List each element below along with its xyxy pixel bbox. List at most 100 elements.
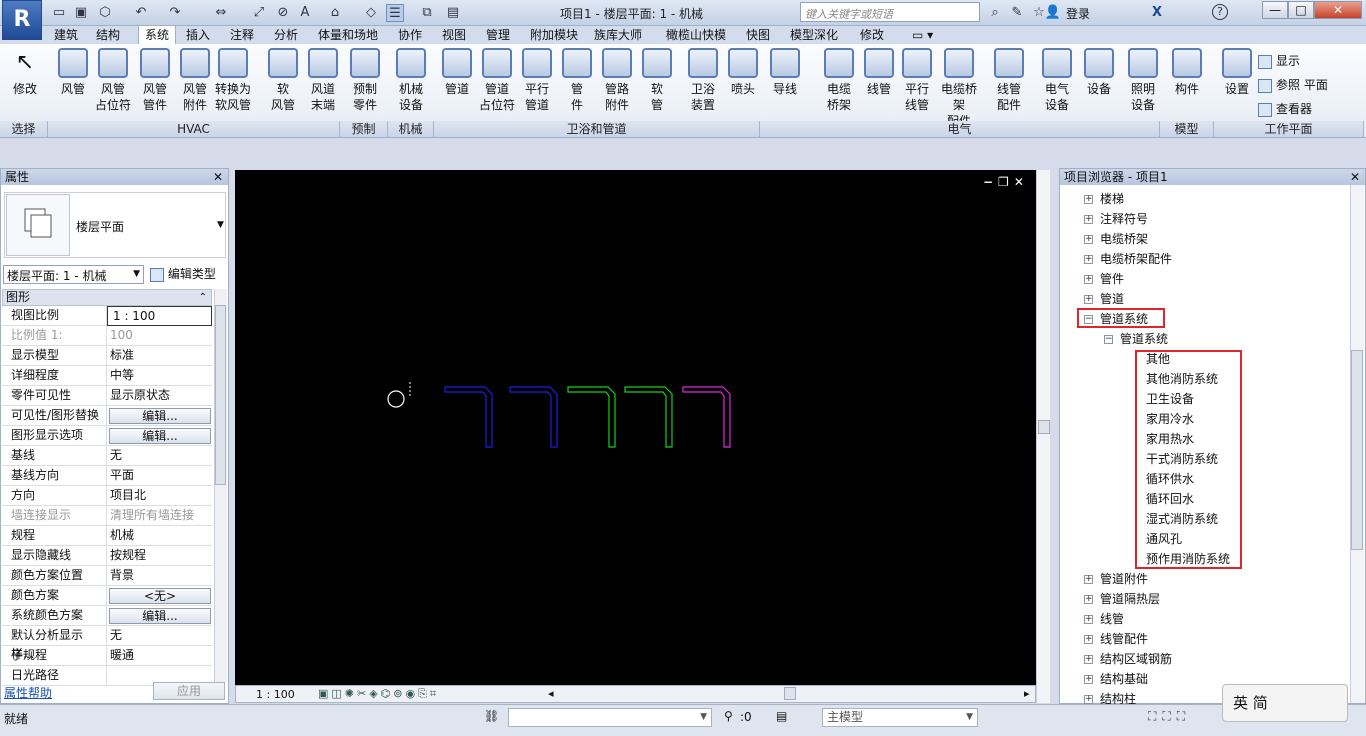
thin-lines-icon[interactable]: ☰ xyxy=(386,4,404,22)
tree-item[interactable]: + 管件 xyxy=(1084,270,1124,288)
panel-2[interactable]: 预制 xyxy=(340,121,388,137)
ime-indicator[interactable]: 英 简 xyxy=(1222,684,1348,722)
text-icon[interactable]: A xyxy=(296,4,314,22)
apply-button[interactable]: 应用 xyxy=(153,682,225,700)
tag-icon[interactable]: ⊘ xyxy=(274,4,292,22)
search-input[interactable]: 键入关键字或短语 xyxy=(800,2,980,22)
properties-scroll-thumb[interactable] xyxy=(215,305,226,485)
tree-item[interactable]: + 结构基础 xyxy=(1084,670,1148,688)
view-instance-selector[interactable]: 楼层平面: 1 - 机械 ▼ xyxy=(3,265,144,284)
ribbon-button-24[interactable]: 设备 xyxy=(1078,48,1120,118)
type-dropdown-icon[interactable]: ▼ xyxy=(217,220,224,230)
dimension-icon[interactable]: ⤢ xyxy=(250,4,268,22)
scroll-right-icon[interactable]: ▸ xyxy=(1024,687,1030,700)
edit-type-button[interactable]: 编辑类型 xyxy=(150,265,216,282)
design-options-icon[interactable]: ▤ xyxy=(776,709,787,723)
tree-item[interactable]: + 注释符号 xyxy=(1084,210,1148,228)
ribbon-button-14[interactable]: 软管 xyxy=(636,48,678,118)
app-menu-button[interactable]: R xyxy=(2,0,42,40)
expand-icon[interactable]: + xyxy=(1084,675,1093,684)
ref-plane-button[interactable]: 参照 平面 xyxy=(1258,76,1328,93)
panel-0[interactable]: 选择 xyxy=(0,121,48,137)
property-value[interactable]: 无 xyxy=(107,626,212,646)
subscription-icon[interactable]: ✎ xyxy=(1008,4,1026,22)
collapse-icon[interactable]: ⌃ xyxy=(199,290,207,305)
pipe-segment[interactable] xyxy=(509,386,558,448)
tab-4[interactable]: 注释 xyxy=(224,26,260,44)
tab-8[interactable]: 视图 xyxy=(436,26,472,44)
panel-1[interactable]: HVAC xyxy=(48,121,340,137)
property-value[interactable]: <无> xyxy=(109,588,211,604)
ribbon-button-23[interactable]: 电气 设备 xyxy=(1036,48,1078,118)
expand-icon[interactable]: + xyxy=(1084,295,1093,304)
pipe-segment[interactable] xyxy=(567,386,616,448)
close-properties-icon[interactable]: ✕ xyxy=(213,169,223,185)
ribbon-button-19[interactable]: 线管 xyxy=(858,48,900,118)
expand-icon[interactable]: + xyxy=(1084,655,1093,664)
panel-4[interactable]: 卫浴和管道 xyxy=(434,121,760,137)
tree-item[interactable]: + 结构区域钢筋 xyxy=(1084,650,1172,668)
tab-3[interactable]: 插入 xyxy=(180,26,216,44)
exchange-icon[interactable]: X xyxy=(1148,4,1166,22)
ribbon-button-1[interactable]: 风管 占位符 xyxy=(92,48,134,118)
modify-button[interactable]: ↖ 修改 xyxy=(4,48,46,118)
ribbon-button-21[interactable]: 电缆桥架配件 xyxy=(938,48,980,128)
property-value[interactable]: 无 xyxy=(107,446,212,466)
expand-icon[interactable]: + xyxy=(1084,195,1093,204)
property-value[interactable]: 编辑... xyxy=(109,408,211,424)
pipe-segment[interactable] xyxy=(444,386,493,448)
tree-item[interactable]: + 楼梯 xyxy=(1084,190,1124,208)
property-value[interactable]: 平面 xyxy=(107,466,212,486)
vertical-scroll-thumb[interactable] xyxy=(1038,420,1050,434)
ribbon-button-25[interactable]: 照明 设备 xyxy=(1122,48,1164,118)
binoculars-icon[interactable]: ⌕ xyxy=(986,4,1004,22)
selection-toggle-icons[interactable]: ⛶⛶⛶ xyxy=(1148,709,1191,724)
tab-11[interactable]: 族库大师 xyxy=(588,26,648,44)
property-value[interactable]: 显示原状态 xyxy=(107,386,212,406)
ribbon-button-18[interactable]: 电缆 桥架 xyxy=(818,48,860,118)
property-value[interactable]: 机械 xyxy=(107,526,212,546)
ribbon-button-8[interactable]: 机械 设备 xyxy=(390,48,432,118)
ribbon-button-20[interactable]: 平行 线管 xyxy=(896,48,938,118)
tab-9[interactable]: 管理 xyxy=(480,26,516,44)
property-value[interactable]: 编辑... xyxy=(109,428,211,444)
panel-7[interactable]: 工作平面 xyxy=(1214,121,1364,137)
tab-5[interactable]: 分析 xyxy=(268,26,304,44)
tab-12[interactable]: 橄榄山快模 xyxy=(660,26,732,44)
ribbon-button-4[interactable]: 转换为 软风管 xyxy=(212,48,254,118)
worksets-icon[interactable]: ⛓ xyxy=(484,709,499,723)
maximize-button[interactable]: □ xyxy=(1288,1,1314,19)
ribbon-button-11[interactable]: 平行 管道 xyxy=(516,48,558,118)
section-icon[interactable]: ◇ xyxy=(362,4,380,22)
viewer-button[interactable]: 查看器 xyxy=(1258,100,1312,117)
3d-view-icon[interactable]: ⌂ xyxy=(326,4,344,22)
undo-icon[interactable]: ↶ xyxy=(132,4,150,22)
ribbon-button-9[interactable]: 管道 xyxy=(436,48,478,118)
view-control-icons[interactable]: ▣◫✺✂◈⌬⊚◉⎘⌗ xyxy=(318,687,439,701)
save-icon[interactable]: ▣ xyxy=(72,4,90,22)
sync-icon[interactable]: ⬡ xyxy=(96,4,114,22)
tree-item[interactable]: + 电缆桥架配件 xyxy=(1084,250,1172,268)
view-scale[interactable]: 1 : 100 xyxy=(256,688,295,701)
expand-icon[interactable]: + xyxy=(1084,235,1093,244)
close-button[interactable]: ✕ xyxy=(1314,1,1362,19)
tab-14[interactable]: 模型深化 xyxy=(784,26,844,44)
tab-overflow-icon[interactable]: ▭ ▾ xyxy=(906,26,939,44)
ribbon-button-13[interactable]: 管路 附件 xyxy=(596,48,638,118)
tree-item[interactable]: + 线管 xyxy=(1084,610,1124,628)
tree-item[interactable]: + 线管配件 xyxy=(1084,630,1148,648)
panel-3[interactable]: 机械 xyxy=(388,121,434,137)
property-value[interactable]: 编辑... xyxy=(109,608,211,624)
view-vertical-scrollbar[interactable] xyxy=(1036,170,1050,703)
property-value[interactable]: 项目北 xyxy=(107,486,212,506)
ribbon-button-6[interactable]: 风道 末端 xyxy=(302,48,344,118)
show-workplane-button[interactable]: 显示 xyxy=(1258,52,1300,69)
tree-item[interactable]: + 管道 xyxy=(1084,290,1124,308)
horizontal-scroll-thumb[interactable] xyxy=(784,687,796,700)
view-window-controls[interactable]: −❐✕ xyxy=(983,175,1029,189)
open-icon[interactable]: ▭ xyxy=(50,4,68,22)
tab-1[interactable]: 结构 xyxy=(90,26,126,44)
tab-7[interactable]: 协作 xyxy=(392,26,428,44)
close-browser-icon[interactable]: ✕ xyxy=(1350,169,1360,185)
ribbon-button-7[interactable]: 预制 零件 xyxy=(344,48,386,118)
